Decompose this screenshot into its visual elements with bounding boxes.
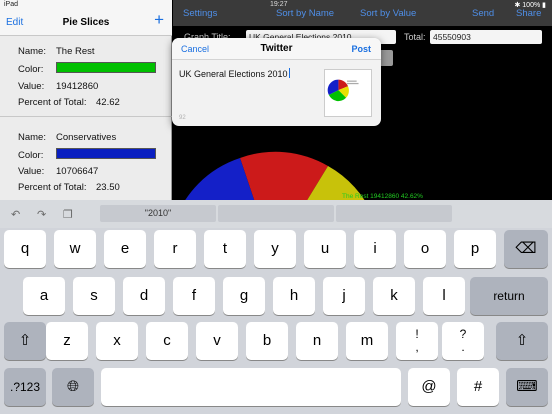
character-count: 92	[179, 115, 186, 121]
battery-indicator: ✱ 100% ▮	[514, 1, 546, 9]
post-button[interactable]: Post	[351, 44, 371, 54]
slice-color-row[interactable]: Color:	[18, 64, 43, 75]
key-l[interactable]: l	[423, 277, 465, 315]
percent-label: Percent of Total:	[18, 97, 87, 108]
key-c[interactable]: c	[146, 322, 188, 360]
paste-icon[interactable]: ❐	[63, 208, 73, 221]
punctuation-key-2[interactable]: ?.	[442, 322, 484, 360]
slice-value: 19412860	[56, 81, 99, 92]
key-o[interactable]: o	[404, 230, 446, 268]
slice-color-row[interactable]: Color:	[18, 150, 43, 161]
backspace-key[interactable]: ⌫	[504, 230, 548, 268]
tweet-text-input[interactable]: UK General Elections 2010	[179, 68, 290, 79]
slice-percent: 42.62	[96, 97, 120, 108]
key-d[interactable]: d	[123, 277, 165, 315]
battery-percent: 100%	[522, 2, 541, 9]
onscreen-keyboard: ↶ ↷ ❐ "2010" qwertyuiop asdfghjkl zxcvbn…	[0, 200, 552, 414]
slice-name-row[interactable]: Name: The Rest	[18, 46, 95, 57]
slice-percent: 23.50	[96, 182, 120, 193]
punct-top: !	[415, 327, 419, 341]
key-x[interactable]: x	[96, 322, 138, 360]
slice-value: 10706647	[56, 166, 99, 177]
list-divider	[0, 116, 172, 117]
key-p[interactable]: p	[454, 230, 496, 268]
percent-label: Percent of Total:	[18, 182, 87, 193]
pie-slices-panel: Edit Pie Slices + Name: The Rest Color: …	[0, 0, 172, 200]
keyboard-shortcut-bar: ↶ ↷ ❐ "2010"	[0, 200, 552, 228]
add-slice-button[interactable]: +	[154, 11, 164, 28]
device-label: iPad	[4, 1, 19, 8]
sheet-header: Cancel Twitter Post	[172, 38, 381, 60]
master-title: Pie Slices	[62, 17, 110, 28]
key-v[interactable]: v	[196, 322, 238, 360]
hash-key[interactable]: #	[457, 368, 499, 406]
key-h[interactable]: h	[273, 277, 315, 315]
slice-percent-row: Percent of Total: 23.50	[18, 182, 120, 193]
slice-percent-row: Percent of Total: 42.62	[18, 97, 120, 108]
key-q[interactable]: q	[4, 230, 46, 268]
punctuation-key-1[interactable]: !,	[396, 322, 438, 360]
shift-key-left[interactable]: ⇧	[4, 322, 46, 360]
globe-key[interactable]: 🌐︎	[52, 368, 94, 406]
text-caret	[288, 68, 290, 78]
key-r[interactable]: r	[154, 230, 196, 268]
color-swatch[interactable]	[56, 148, 156, 159]
thumbnail-pie	[327, 79, 359, 102]
key-n[interactable]: n	[296, 322, 338, 360]
sheet-title: Twitter	[260, 43, 293, 54]
name-label: Name:	[18, 132, 46, 143]
status-bar: iPad 19:27 ✱ 100% ▮	[0, 0, 552, 10]
undo-icon[interactable]: ↶	[11, 208, 20, 221]
dismiss-keyboard-key[interactable]: ⌨	[506, 368, 548, 406]
color-label: Color:	[18, 64, 44, 75]
slice-name-row[interactable]: Name: Conservatives	[18, 132, 116, 143]
numbers-key[interactable]: .?123	[4, 368, 46, 406]
key-f[interactable]: f	[173, 277, 215, 315]
color-label: Color:	[18, 150, 44, 161]
suggestion-2[interactable]	[218, 205, 334, 222]
slice-value-row: Value: 19412860	[18, 81, 98, 92]
key-k[interactable]: k	[373, 277, 415, 315]
space-key[interactable]	[101, 368, 401, 406]
key-a[interactable]: a	[23, 277, 65, 315]
key-s[interactable]: s	[73, 277, 115, 315]
attached-chart-thumbnail[interactable]	[324, 69, 372, 117]
key-y[interactable]: y	[254, 230, 296, 268]
shift-key-right[interactable]: ⇧	[496, 322, 548, 360]
suggestion-3[interactable]	[336, 205, 452, 222]
chart-slice-label: The Rest 19412860 42.62%	[342, 193, 423, 200]
redo-icon[interactable]: ↷	[37, 208, 46, 221]
tweet-text: UK General Elections 2010	[179, 69, 288, 79]
suggestion-1[interactable]: "2010"	[100, 205, 216, 222]
slice-value-row: Value: 10706647	[18, 166, 98, 177]
at-key[interactable]: @	[408, 368, 450, 406]
key-g[interactable]: g	[223, 277, 265, 315]
battery-icon: ▮	[542, 2, 546, 9]
status-time: 19:27	[270, 1, 288, 8]
name-label: Name:	[18, 46, 46, 57]
key-w[interactable]: w	[54, 230, 96, 268]
slice-name: The Rest	[56, 46, 95, 57]
key-u[interactable]: u	[304, 230, 346, 268]
key-b[interactable]: b	[246, 322, 288, 360]
key-t[interactable]: t	[204, 230, 246, 268]
punct-top: ?	[459, 327, 467, 341]
value-label: Value:	[18, 166, 45, 177]
bluetooth-icon: ✱	[514, 2, 521, 9]
key-z[interactable]: z	[46, 322, 88, 360]
value-label: Value:	[18, 81, 45, 92]
return-key[interactable]: return	[470, 277, 548, 315]
twitter-compose-sheet: Cancel Twitter Post UK General Elections…	[172, 38, 381, 126]
slice-name: Conservatives	[56, 132, 117, 143]
key-m[interactable]: m	[346, 322, 388, 360]
punct-bottom: .	[461, 340, 465, 354]
key-e[interactable]: e	[104, 230, 146, 268]
color-swatch[interactable]	[56, 62, 156, 73]
key-i[interactable]: i	[354, 230, 396, 268]
punct-bottom: ,	[415, 340, 419, 354]
key-j[interactable]: j	[323, 277, 365, 315]
